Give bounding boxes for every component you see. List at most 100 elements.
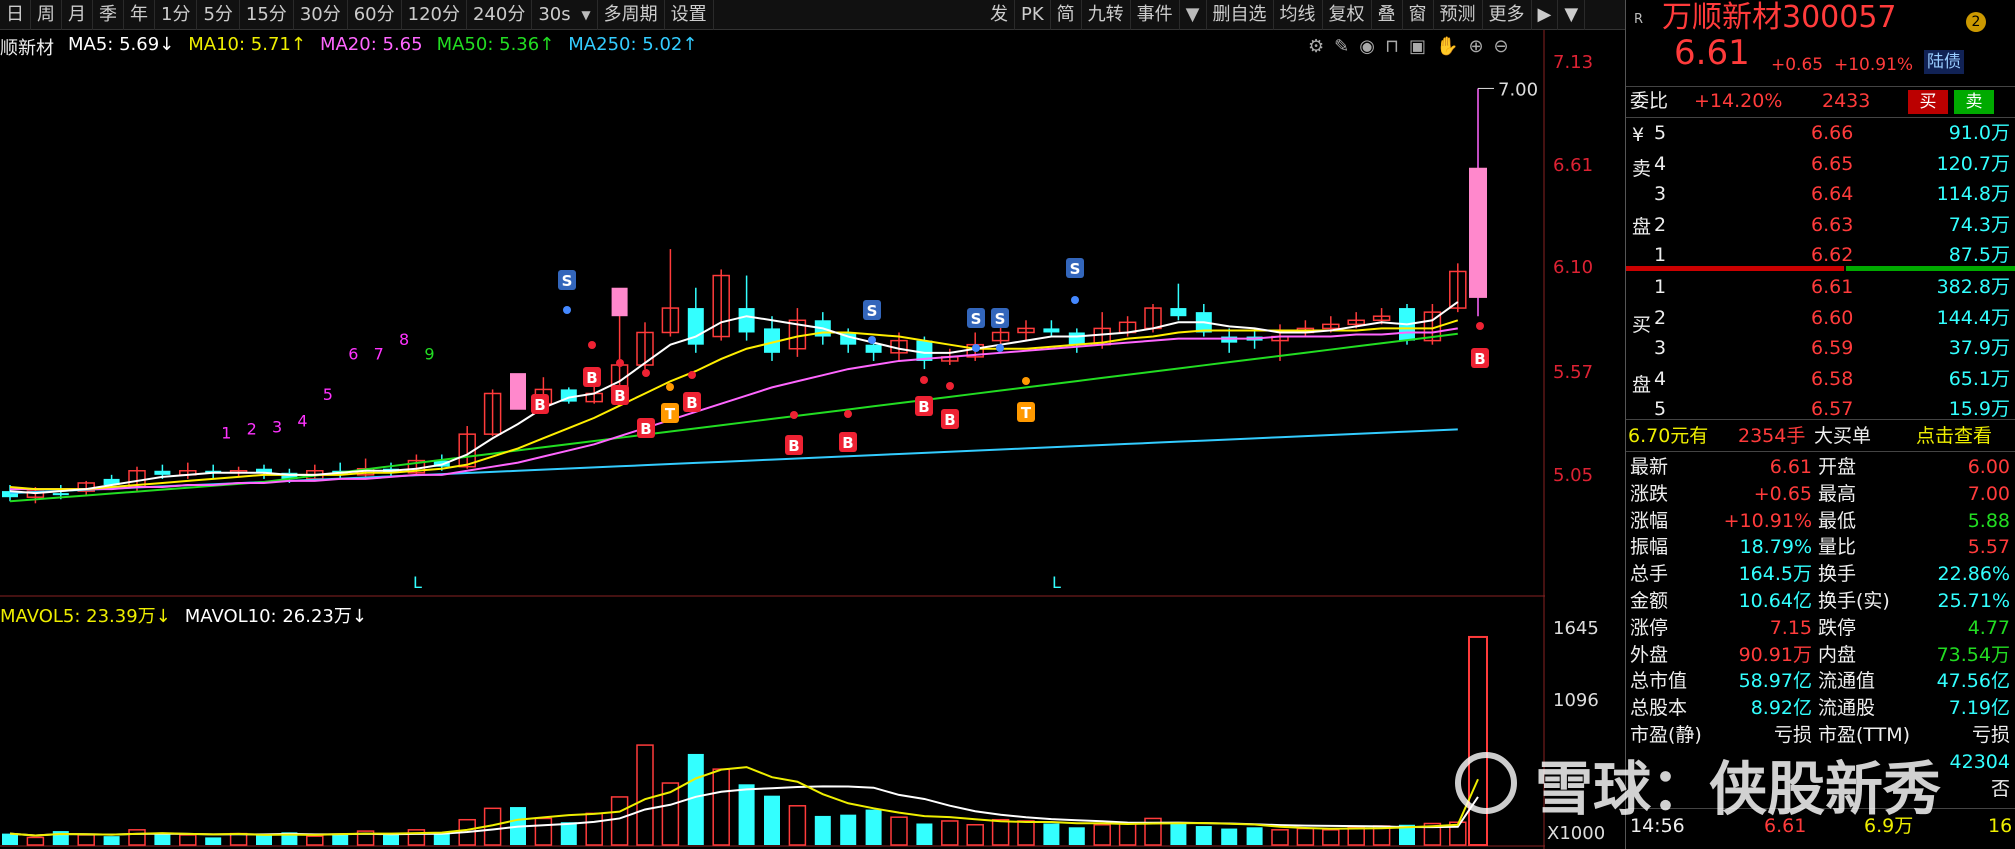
- mavol10-value: MAVOL10: 26.23万↓: [184, 606, 367, 627]
- sell-level-row[interactable]: 4 6.65 120.7万: [1626, 151, 2015, 178]
- sell-level-row[interactable]: 2 6.63 74.3万: [1626, 212, 2015, 239]
- volume-bar: [636, 744, 654, 846]
- tool-button[interactable]: 事件: [1131, 0, 1180, 30]
- level-volume: 37.9万: [1948, 337, 2010, 359]
- axis-tick: 1645: [1553, 618, 1599, 639]
- period-tab[interactable]: 60分: [348, 0, 402, 30]
- event-dropdown-icon[interactable]: ▼: [1180, 0, 1207, 30]
- period-tab[interactable]: 30分: [294, 0, 348, 30]
- period-tab[interactable]: 5分: [197, 0, 240, 30]
- tool-button[interactable]: 复权: [1323, 0, 1372, 30]
- buy-button[interactable]: 买: [1908, 90, 1948, 114]
- r-label: R: [1634, 12, 1644, 27]
- volume-bar: [103, 836, 120, 845]
- bond-tag[interactable]: 陆债: [1924, 50, 1964, 74]
- period-tab[interactable]: 15分: [240, 0, 294, 30]
- buy-marker: B: [842, 434, 853, 452]
- volume-bar: [788, 805, 807, 846]
- low-marker: L: [413, 573, 422, 592]
- volume-bar: [1118, 822, 1137, 846]
- stat-value: +0.65: [1753, 482, 1812, 505]
- period-tab[interactable]: 日: [0, 0, 31, 30]
- volume-bar: [229, 832, 248, 846]
- tool-button[interactable]: PK: [1015, 0, 1051, 30]
- stat-label: 涨跌: [1630, 482, 1669, 505]
- stat-label: 换手: [1818, 563, 1857, 586]
- volume-bar: [128, 829, 146, 846]
- signal-dot: [946, 382, 954, 390]
- signal-dot: [1071, 296, 1079, 304]
- level-index: 2: [1654, 213, 1667, 236]
- stat-value: 7.00: [1967, 482, 2010, 505]
- big-order-type: 大买单: [1814, 425, 1872, 447]
- tool-button[interactable]: 窗: [1403, 0, 1434, 30]
- high-label: 7.00: [1498, 79, 1538, 100]
- stat-label: 最低: [1818, 509, 1857, 532]
- period-tab[interactable]: 周: [31, 0, 62, 30]
- signal-dot: [666, 383, 674, 391]
- period-tab[interactable]: 240分: [467, 0, 533, 30]
- period-select[interactable]: 30s: [532, 0, 598, 30]
- level-volume: 144.4万: [1936, 306, 2010, 329]
- stat-label: 总市值: [1630, 670, 1688, 693]
- tool-button[interactable]: 均线: [1274, 0, 1323, 30]
- period-tab[interactable]: 季: [93, 0, 124, 30]
- tool-button[interactable]: 发: [984, 0, 1015, 30]
- volume-bar: [712, 768, 730, 846]
- tool-button[interactable]: 简: [1051, 0, 1082, 30]
- t-marker: T: [665, 405, 676, 423]
- stock-name: 万顺新材: [1662, 0, 1782, 35]
- tool-button[interactable]: 预测: [1434, 0, 1483, 30]
- buy-level-row[interactable]: 1 6.61 382.8万: [1626, 274, 2015, 301]
- stat-row: 最新 6.61 开盘 6.00: [1626, 454, 2015, 481]
- kline-chart[interactable]: 7.001 2 3 456 789BBBBBB BBBBSS S SST TL L: [0, 30, 1545, 849]
- sell-level-row[interactable]: 1 6.62 87.5万: [1626, 242, 2015, 269]
- sell-button[interactable]: 卖: [1954, 90, 1994, 114]
- volume-bar: [383, 834, 399, 845]
- book-side-label: 买: [1632, 314, 1652, 336]
- td-count: 4: [297, 411, 307, 430]
- stat-label: 量比: [1818, 536, 1857, 559]
- volume-bar: [916, 823, 933, 845]
- more-dropdown-icon[interactable]: ▼: [1558, 0, 1586, 30]
- buy-level-row[interactable]: 2 6.60 144.4万: [1626, 305, 2015, 332]
- sell-marker: S: [971, 310, 982, 328]
- signal-dot: [868, 336, 876, 344]
- level-index: 2: [1654, 306, 1667, 329]
- candle-body: [1068, 332, 1085, 345]
- level-volume: 87.5万: [1948, 244, 2010, 266]
- level-index: 5: [1654, 122, 1667, 144]
- ma50-line: [9, 332, 1458, 503]
- candle-body-highlight: [611, 287, 628, 317]
- period-tab[interactable]: 年: [124, 0, 155, 30]
- multi-period-button[interactable]: 多周期: [598, 0, 665, 30]
- big-order-link[interactable]: 点击查看: [1916, 423, 1992, 450]
- buy-marker: B: [614, 387, 625, 405]
- tool-button[interactable]: 叠: [1372, 0, 1403, 30]
- level-volume: 91.0万: [1948, 122, 2010, 144]
- candle-body: [1221, 336, 1238, 343]
- stat-label: 换手(实): [1818, 590, 1890, 612]
- book-side-label: ¥: [1632, 124, 1645, 146]
- expand-icon[interactable]: ▶: [1532, 0, 1559, 30]
- volume-bar: [1246, 827, 1263, 845]
- buy-level-row[interactable]: 3 6.59 37.9万: [1626, 335, 2015, 362]
- volume-bar: [179, 834, 197, 846]
- period-tab[interactable]: 月: [62, 0, 93, 30]
- settings-button[interactable]: 设置: [665, 0, 714, 30]
- level-price: 6.60: [1811, 306, 1854, 329]
- tool-button[interactable]: 更多: [1483, 0, 1532, 30]
- period-tab[interactable]: 120分: [402, 0, 467, 30]
- buy-marker: B: [788, 437, 799, 455]
- sell-level-row[interactable]: 5 6.66 91.0万: [1626, 120, 2015, 147]
- level-price: 6.65: [1811, 152, 1854, 175]
- buy-level-row[interactable]: 4 6.58 65.1万: [1626, 366, 2015, 393]
- period-tab[interactable]: 1分: [155, 0, 198, 30]
- sell-level-row[interactable]: 3 6.64 114.8万: [1626, 181, 2015, 208]
- sell-marker: S: [867, 302, 878, 320]
- td-count: 1: [221, 424, 231, 443]
- tool-button[interactable]: 删自选: [1207, 0, 1274, 30]
- book-side-label: 盘: [1632, 374, 1652, 396]
- tool-button[interactable]: 九转: [1082, 0, 1131, 30]
- stat-row: 总市值 58.97亿 流通值 47.56亿: [1626, 668, 2015, 695]
